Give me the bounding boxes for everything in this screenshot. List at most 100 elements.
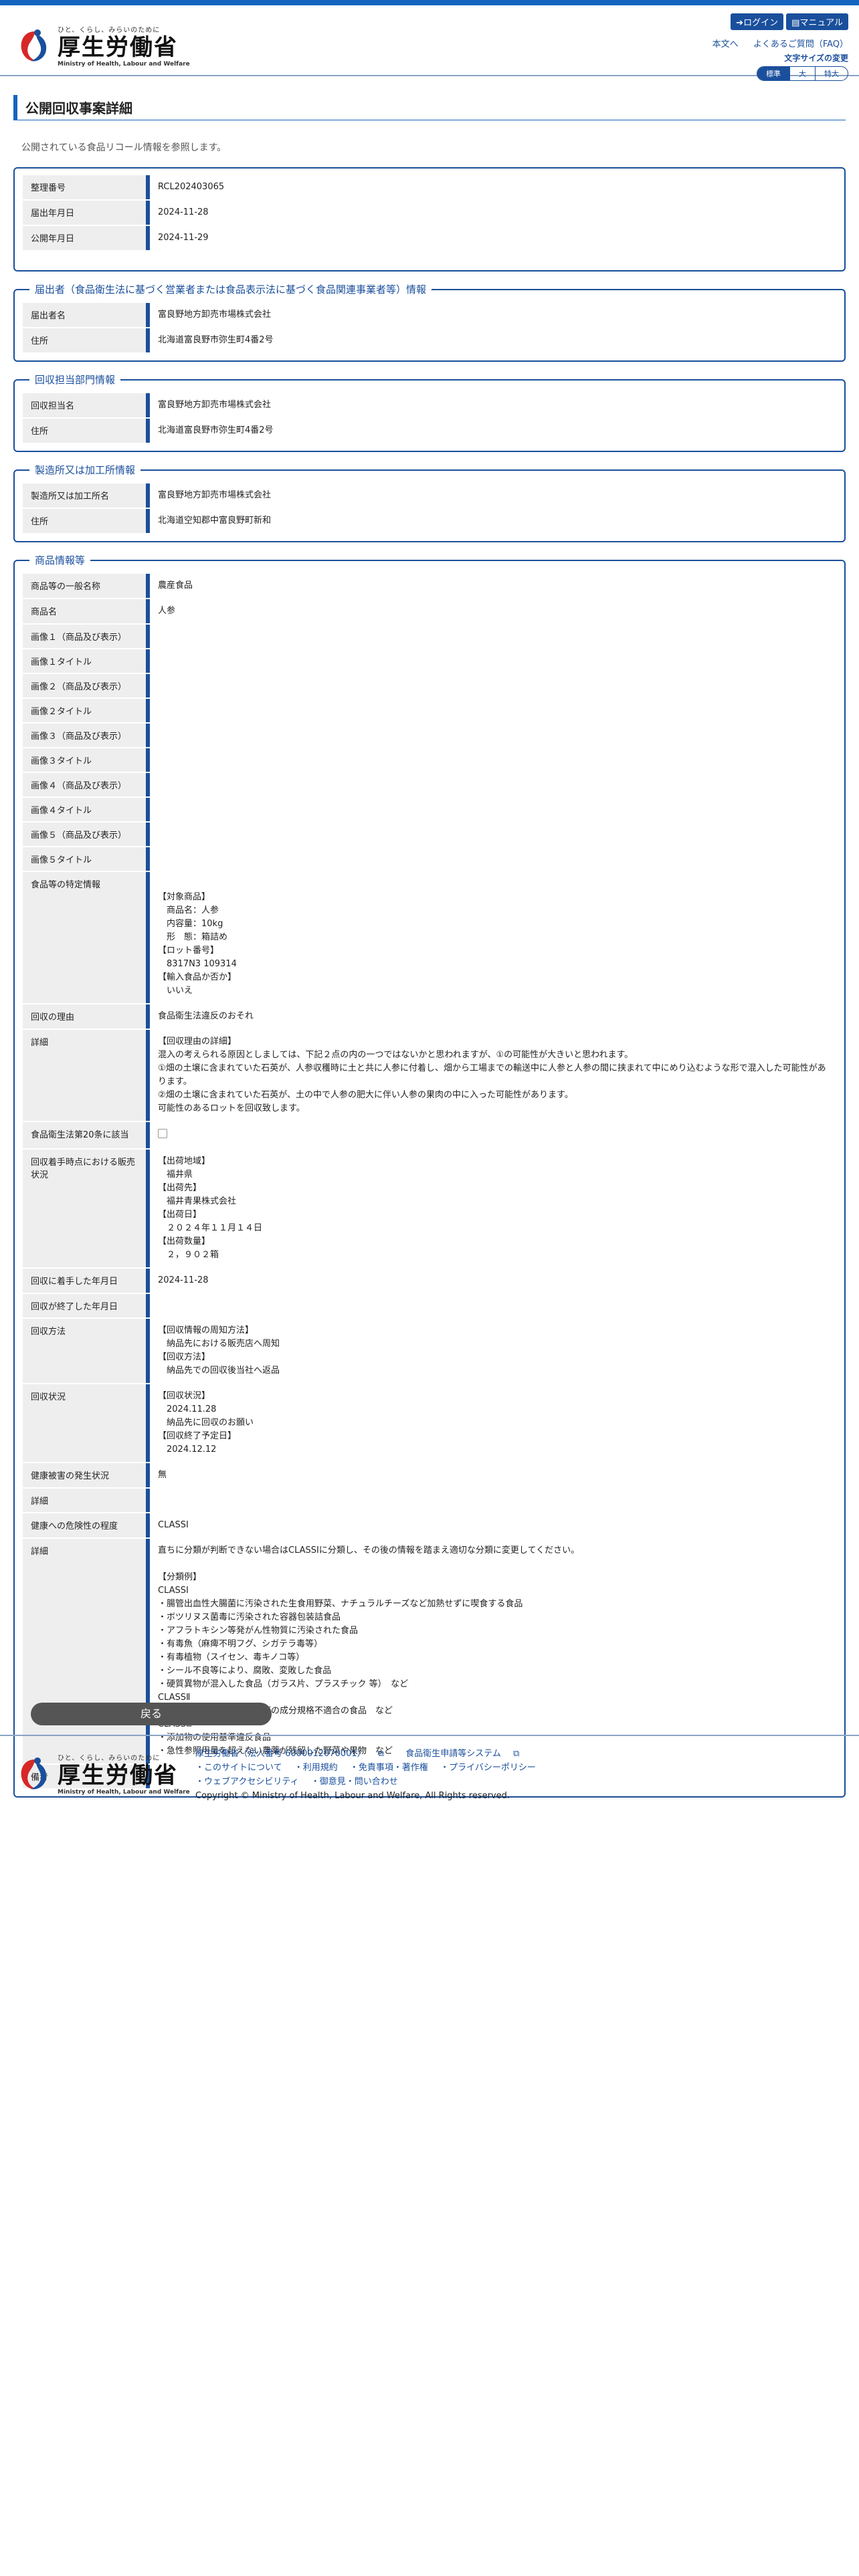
info-row: 商品名 人参: [23, 599, 836, 623]
info-row: 住所 北海道富良野市弥生町4番2号: [23, 419, 836, 443]
row-value: 【対象商品】 商品名：人参 内容量：10kg 形 態：箱詰め 【ロット番号】 8…: [158, 892, 237, 996]
accessibility-link[interactable]: ・ウェブアクセシビリティ: [195, 1777, 299, 1787]
row-label: 整理番号: [23, 175, 150, 199]
site-header: ひと、くらし、みらいのために 厚生労働省 Ministry of Health,…: [0, 5, 859, 81]
row-value: [150, 625, 836, 648]
section-legend: 届出者（食品衛生法に基づく営業者または食品表示法に基づく食品関連事業者等）情報: [35, 284, 427, 296]
row-value: 農産食品: [158, 580, 193, 591]
row-label: 画像２タイトル: [23, 699, 150, 722]
disclaimer-link[interactable]: ・免責事項・著作権: [350, 1763, 428, 1773]
copy-icon: ⧉: [513, 1749, 520, 1759]
row-label: 健康への危険性の程度: [23, 1513, 150, 1537]
site-logo[interactable]: ひと、くらし、みらいのために 厚生労働省 Ministry of Health,…: [16, 24, 190, 68]
row-label: 画像４（商品及び表示）: [23, 773, 150, 796]
row-value: 【回収情報の周知方法】 納品先における販売店へ周知 【回収方法】 納品先での回収…: [158, 1325, 280, 1376]
manual-button[interactable]: ▤マニュアル: [786, 13, 848, 30]
image-row: 画像５タイトル: [23, 847, 836, 871]
logo-jp: 厚生労働省: [58, 34, 178, 61]
row-value: RCL202403065: [158, 182, 225, 192]
row-value: [150, 1489, 836, 1512]
row-label: 住所: [23, 509, 150, 533]
row-label: 住所: [23, 419, 150, 443]
info-row: 詳細 直ちに分類が判断できない場合はCLASSⅠに分類し、その後の情報を踏まえ適切…: [23, 1539, 836, 1763]
font-size-large-button[interactable]: 大: [789, 67, 815, 80]
about-site-link[interactable]: ・このサイトについて: [195, 1763, 282, 1773]
row-value: [150, 1294, 836, 1317]
info-row: 住所 北海道富良野市弥生町4番2号: [23, 328, 836, 352]
logo-en: Ministry of Health, Labour and Welfare: [58, 1789, 190, 1796]
font-size-switcher: 標準 大 特大: [757, 66, 848, 81]
row-value: 富良野地方卸売市場株式会社: [158, 400, 272, 410]
top-accent-bar: [0, 0, 859, 5]
image-row: 画像４（商品及び表示）: [23, 773, 836, 796]
book-icon: ▤: [791, 18, 800, 28]
row-label: 製造所又は加工所名: [23, 484, 150, 508]
row-label: 回収方法: [23, 1319, 150, 1383]
row-value: [150, 724, 836, 747]
row-value: 富良野地方卸売市場株式会社: [158, 310, 272, 320]
row-label: 画像５タイトル: [23, 847, 150, 871]
section-legend: 商品情報等: [35, 554, 86, 566]
row-value: 直ちに分類が判断できない場合はCLASSⅠに分類し、その後の情報を踏まえ適切な分…: [158, 1545, 580, 1756]
row-label: 詳細: [23, 1489, 150, 1512]
recall-dept-section: 回収担当部門情報 回収担当名 富良野地方卸売市場株式会社 住所 北海道富良野市弥生町…: [13, 372, 846, 452]
row-label: 画像３タイトル: [23, 748, 150, 772]
login-button[interactable]: ➔ログイン: [731, 13, 784, 30]
row-label: 届出年月日: [23, 201, 150, 225]
row-value: 人参: [158, 606, 176, 616]
row-label: 回収に着手した年月日: [23, 1269, 150, 1293]
row-label: 画像５（商品及び表示）: [23, 823, 150, 846]
login-icon: ➔: [736, 18, 744, 28]
info-row: 回収に着手した年月日 2024-11-28: [23, 1269, 836, 1293]
site-footer: ひと、くらし、みらいのために 厚生労働省 Ministry of Health,…: [0, 1735, 859, 1801]
row-label: 画像２（商品及び表示）: [23, 674, 150, 697]
info-row: 回収担当名 富良野地方卸売市場株式会社: [23, 393, 836, 417]
image-row: 画像３タイトル: [23, 748, 836, 772]
row-value: 【回収理由の詳細】 混入の考えられる原因としましては、下記２点の内の一つではない…: [158, 1037, 826, 1113]
footer-logo[interactable]: ひと、くらし、みらいのために 厚生労働省 Ministry of Health,…: [16, 1752, 190, 1796]
image-row: 画像２（商品及び表示）: [23, 674, 836, 697]
row-label: 画像１タイトル: [23, 649, 150, 673]
row-value: 2024-11-28: [158, 207, 209, 217]
info-row: 住所 北海道空知郡中富良野町新和: [23, 509, 836, 533]
row-label: 詳細: [23, 1539, 150, 1763]
info-row: 回収の理由 食品衛生法違反のおそれ: [23, 1004, 836, 1029]
row-label: 回収の理由: [23, 1004, 150, 1029]
info-row: 回収方法 【回収情報の周知方法】 納品先における販売店へ周知 【回収方法】 納品先…: [23, 1319, 836, 1383]
notifier-section: 届出者（食品衛生法に基づく営業者または食品表示法に基づく食品関連事業者等）情報 …: [13, 282, 846, 362]
info-row: 回収が終了した年月日: [23, 1294, 836, 1317]
terms-link[interactable]: ・利用規約: [294, 1763, 338, 1773]
copyright: Copyright © Ministry of Health, Labour a…: [195, 1791, 510, 1801]
factory-section: 製造所又は加工所情報 製造所又は加工所名 富良野地方卸売市場株式会社 住所 北海道空…: [13, 463, 846, 542]
image-row: 画像１タイトル: [23, 649, 836, 673]
to-body-link[interactable]: 本文へ: [712, 39, 739, 49]
row-value: [150, 748, 836, 772]
row-value: 北海道空知郡中富良野町新和: [158, 516, 272, 526]
contact-link[interactable]: ・御意見・問い合わせ: [311, 1777, 398, 1787]
section-legend: 回収担当部門情報: [35, 374, 116, 386]
row-value: [150, 847, 836, 871]
back-button[interactable]: 戻る: [31, 1703, 272, 1725]
faq-link[interactable]: よくあるご質問（FAQ）: [753, 39, 848, 49]
info-row: 商品等の一般名称 農産食品: [23, 574, 836, 598]
row-value: 2024-11-29: [158, 233, 209, 243]
logo-jp: 厚生労働省: [58, 1762, 178, 1789]
mhlw-logo-icon: [16, 1755, 54, 1793]
copy-icon: ⧉: [377, 1749, 385, 1759]
image-row: 画像３（商品及び表示）: [23, 724, 836, 747]
row-value: CLASSⅠ: [158, 1520, 189, 1530]
article20-checkbox: [158, 1129, 167, 1138]
image-row: 画像５（商品及び表示）: [23, 823, 836, 846]
font-size-xlarge-button[interactable]: 特大: [815, 67, 848, 80]
row-value: 北海道富良野市弥生町4番2号: [158, 425, 274, 435]
info-row: 食品等の特定情報 【対象商品】 商品名：人参 内容量：10kg 形 態：箱詰め …: [23, 872, 836, 1003]
font-size-standard-button[interactable]: 標準: [757, 67, 789, 80]
row-value: 2024-11-28: [158, 1275, 209, 1285]
row-label: 画像１（商品及び表示）: [23, 625, 150, 648]
info-row: 整理番号 RCL202403065: [23, 175, 836, 199]
font-size-label: 文字サイズの変更: [784, 53, 848, 63]
privacy-link[interactable]: ・プライバシーポリシー: [440, 1763, 536, 1773]
system-link[interactable]: 食品衛生申請等システム ⧉: [405, 1749, 529, 1759]
org-link[interactable]: 厚生労働省（法人番号 6000012070001） ⧉: [195, 1749, 393, 1759]
logo-tagline: ひと、くらし、みらいのために: [58, 27, 161, 34]
